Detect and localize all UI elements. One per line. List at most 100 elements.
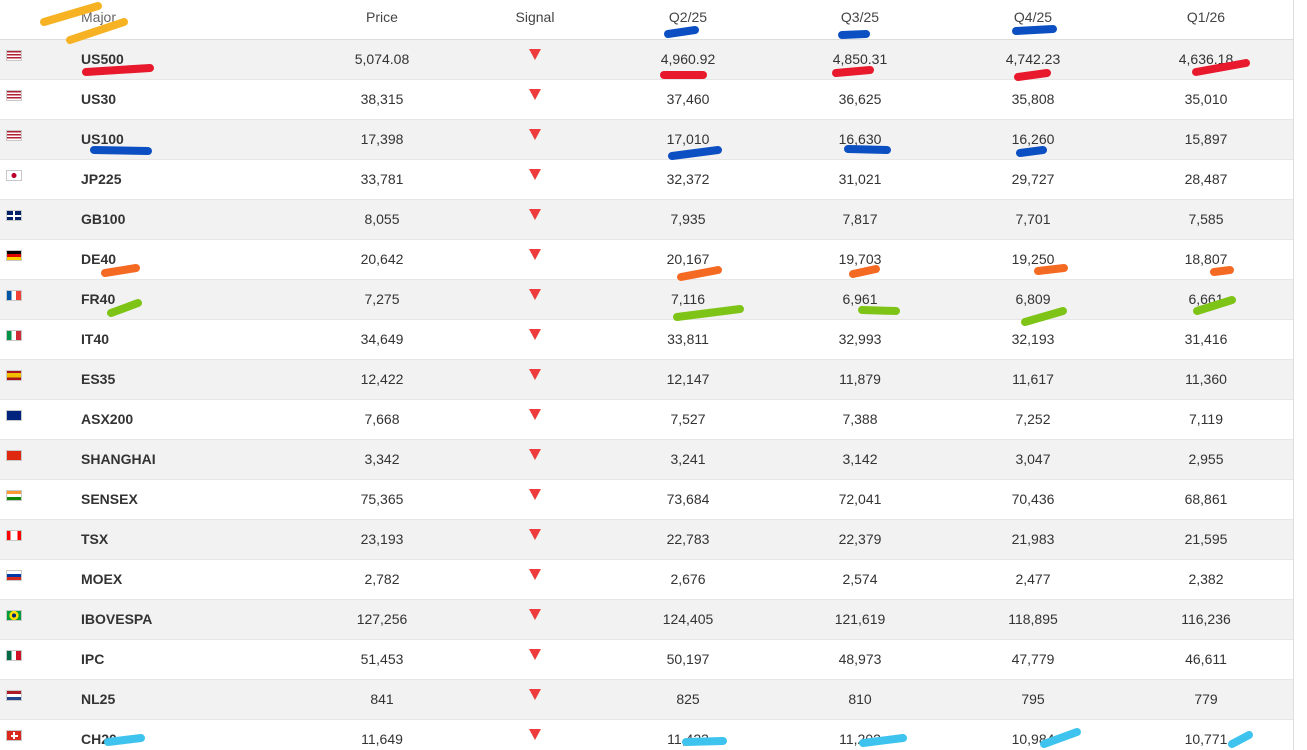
table-row[interactable]: ES35 12,422 12,147 11,879 11,617 11,360 (0, 360, 1293, 400)
it-flag-icon (6, 330, 24, 342)
instrument-name[interactable]: US500 (81, 40, 124, 79)
forecast-q2-25: 7,935 (670, 211, 706, 227)
forecast-q2-25: 11,423 (667, 731, 709, 747)
table-row[interactable]: CH20 11,649 11,423 11,202 10,984 10,771 (0, 720, 1293, 750)
forecast-q4-25: 70,436 (1011, 491, 1055, 507)
table-row[interactable]: US100 17,398 17,010 16,630 16,260 15,897 (0, 120, 1293, 160)
header-q3-25[interactable]: Q3/25 (800, 0, 920, 37)
instrument-name[interactable]: SENSEX (81, 480, 138, 519)
instrument-name[interactable]: TSX (81, 520, 108, 559)
forecast-q3-25: 810 (848, 691, 872, 707)
forecast-q2-25: 17,010 (666, 131, 710, 147)
table-row[interactable]: GB100 8,055 7,935 7,817 7,701 7,585 (0, 200, 1293, 240)
instrument-name[interactable]: US30 (81, 80, 116, 119)
forecast-q3-25: 48,973 (838, 651, 882, 667)
price-value: 33,781 (360, 171, 404, 187)
table-row[interactable]: IT40 34,649 33,811 32,993 32,193 31,416 (0, 320, 1293, 360)
au-flag-icon (6, 410, 24, 422)
forecast-q3-25: 7,388 (842, 411, 878, 427)
table-row[interactable]: SENSEX 75,365 73,684 72,041 70,436 68,861 (0, 480, 1293, 520)
table-right-border (1293, 0, 1294, 750)
table-row[interactable]: IBOVESPA 127,256 124,405 121,619 118,895 116,… (0, 600, 1293, 640)
table-row[interactable]: MOEX 2,782 2,676 2,574 2,477 2,382 (0, 560, 1293, 600)
table-row[interactable]: IPC 51,453 50,197 48,973 47,779 46,611 (0, 640, 1293, 680)
forecast-q3-25: 121,619 (834, 611, 886, 627)
signal-down-arrow-icon (485, 680, 585, 719)
forecast-q3-25: 11,879 (839, 371, 881, 387)
header-signal[interactable]: Signal (485, 0, 585, 37)
br-flag-icon (6, 610, 24, 622)
instrument-name[interactable]: ES35 (81, 360, 115, 399)
instrument-name[interactable]: IBOVESPA (81, 600, 152, 639)
table-row[interactable]: NL25 841 825 810 795 779 (0, 680, 1293, 720)
signal-down-arrow-icon (485, 280, 585, 319)
forecast-q2-25: 50,197 (666, 651, 710, 667)
instrument-name[interactable]: MOEX (81, 560, 122, 599)
header-price[interactable]: Price (322, 0, 442, 37)
forecast-q3-25: 36,625 (838, 91, 882, 107)
table-row[interactable]: JP225 33,781 32,372 31,021 29,727 28,487 (0, 160, 1293, 200)
ru-flag-icon (6, 570, 24, 582)
table-row[interactable]: TSX 23,193 22,783 22,379 21,983 21,595 (0, 520, 1293, 560)
forecast-q4-25: 4,742.23 (1005, 51, 1061, 67)
header-q4-25[interactable]: Q4/25 (973, 0, 1093, 37)
forecast-q4-25: 47,779 (1011, 651, 1055, 667)
forecast-q2-25: 32,372 (666, 171, 710, 187)
table-row[interactable]: US30 38,315 37,460 36,625 35,808 35,010 (0, 80, 1293, 120)
signal-down-arrow-icon (485, 320, 585, 359)
instrument-name[interactable]: JP225 (81, 160, 121, 199)
forecast-q3-25: 7,817 (842, 211, 878, 227)
signal-down-arrow-icon (485, 440, 585, 479)
signal-down-arrow-icon (485, 560, 585, 599)
table-row[interactable]: SHANGHAI 3,342 3,241 3,142 3,047 2,955 (0, 440, 1293, 480)
instrument-name[interactable]: FR40 (81, 280, 115, 319)
ca-flag-icon (6, 530, 24, 542)
header-q2-25[interactable]: Q2/25 (628, 0, 748, 37)
jp-flag-icon (6, 170, 24, 182)
instrument-name[interactable]: ASX200 (81, 400, 133, 439)
instrument-name[interactable]: US100 (81, 120, 124, 159)
us-flag-icon (6, 90, 24, 102)
instrument-name[interactable]: NL25 (81, 680, 115, 719)
table-row[interactable]: ASX200 7,668 7,527 7,388 7,252 7,119 (0, 400, 1293, 440)
signal-down-arrow-icon (485, 640, 585, 679)
forecast-q4-25: 118,895 (1008, 611, 1058, 627)
instrument-name[interactable]: IPC (81, 640, 104, 679)
forecast-q1-26: 18,807 (1184, 251, 1228, 267)
price-value: 2,782 (364, 571, 400, 587)
signal-down-arrow-icon (485, 240, 585, 279)
signal-down-arrow-icon (485, 600, 585, 639)
instrument-name[interactable]: IT40 (81, 320, 109, 359)
instrument-name[interactable]: GB100 (81, 200, 125, 239)
forecast-q4-25: 19,250 (1011, 251, 1055, 267)
instrument-name[interactable]: SHANGHAI (81, 440, 156, 479)
fr-flag-icon (6, 290, 24, 302)
table-body: US500 5,074.08 4,960.92 4,850.31 4,742.23 4,6… (0, 40, 1293, 750)
forecast-q2-25: 2,676 (670, 571, 706, 587)
header-major[interactable]: Major (81, 0, 116, 37)
forecast-q1-26: 10,771 (1184, 731, 1228, 747)
instrument-name[interactable]: DE40 (81, 240, 116, 279)
forecast-q2-25: 33,811 (667, 331, 709, 347)
forecast-q4-25: 7,701 (1015, 211, 1051, 227)
forecast-q3-25: 19,703 (838, 251, 882, 267)
header-q1-26[interactable]: Q1/26 (1146, 0, 1266, 37)
signal-down-arrow-icon (485, 360, 585, 399)
price-value: 12,422 (360, 371, 404, 387)
instrument-name[interactable]: CH20 (81, 720, 117, 750)
table-row[interactable]: DE40 20,642 20,167 19,703 19,250 18,807 (0, 240, 1293, 280)
in-flag-icon (6, 490, 24, 502)
table-row[interactable]: US500 5,074.08 4,960.92 4,850.31 4,742.23 4,6… (0, 40, 1293, 80)
forecast-q1-26: 15,897 (1184, 131, 1228, 147)
price-value: 38,315 (360, 91, 404, 107)
us-flag-icon (6, 130, 24, 142)
forecast-q2-25: 7,116 (671, 291, 705, 307)
forecast-q1-26: 6,661 (1188, 291, 1224, 307)
price-value: 7,668 (364, 411, 400, 427)
forecast-q2-25: 7,527 (670, 411, 706, 427)
table-row[interactable]: FR40 7,275 7,116 6,961 6,809 6,661 (0, 280, 1293, 320)
cn-flag-icon (6, 450, 24, 462)
price-value: 11,649 (361, 731, 403, 747)
signal-down-arrow-icon (485, 400, 585, 439)
signal-down-arrow-icon (485, 120, 585, 159)
